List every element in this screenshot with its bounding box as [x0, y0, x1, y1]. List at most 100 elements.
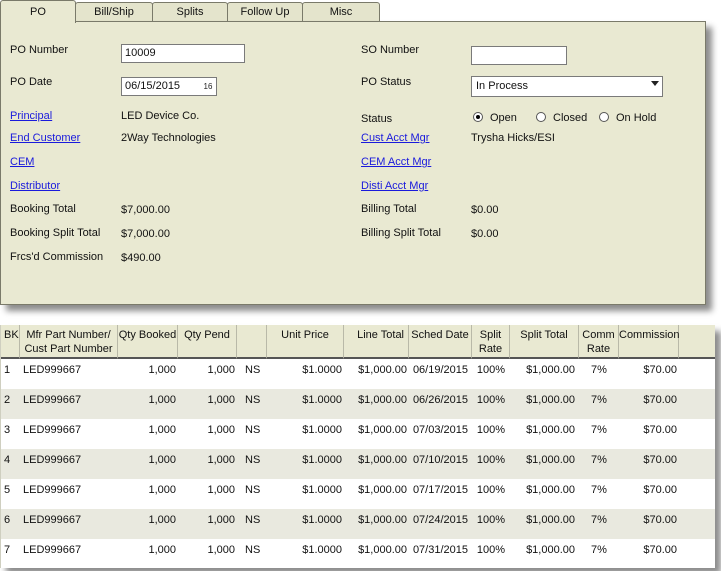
col-header-unit-price-text: Unit Price — [281, 329, 329, 341]
cell-qty-pend: 1,000 — [207, 394, 235, 406]
col-header-line-total[interactable]: Line Total — [344, 325, 409, 359]
cell-qty-booked: 1,000 — [148, 424, 176, 436]
booking-total-label: Booking Total — [10, 203, 76, 215]
cell-qty-booked: 1,000 — [148, 544, 176, 556]
billing-split-total-label: Billing Split Total — [361, 227, 441, 239]
cell-uom: NS — [245, 394, 261, 406]
col-header-split-rate-line1: Split — [479, 329, 502, 341]
distributor-link[interactable]: Distributor — [10, 180, 60, 192]
cell-qty-booked: 1,000 — [148, 364, 176, 376]
tab-follow-up[interactable]: Follow Up — [227, 2, 303, 21]
po-status-select[interactable]: In Process — [471, 76, 663, 97]
status-closed-label: Closed — [553, 112, 588, 124]
po-number-input[interactable]: 10009 — [121, 44, 245, 63]
tab-po[interactable]: PO — [0, 0, 76, 23]
cell-qty-pend: 1,000 — [207, 544, 235, 556]
cell-part: LED999667 — [23, 544, 82, 556]
cell-commission: $70.00 — [643, 424, 677, 436]
calendar-icon[interactable]: 16 — [202, 80, 214, 93]
so-number-label: SO Number — [361, 44, 420, 56]
po-date-value: 06/15/2015 — [125, 80, 181, 92]
col-header-split-rate[interactable]: Split Rate — [472, 325, 510, 359]
frcs-commission-label: Frcs'd Commission — [10, 251, 104, 263]
col-header-sched-date[interactable]: Sched Date — [409, 325, 472, 359]
cell-unit-price: $1.0000 — [302, 544, 342, 556]
table-row[interactable]: 1 LED999667 1,000 1,000 NS $1.0000 $1,000.00 06… — [1, 359, 715, 389]
status-on-hold-radio[interactable] — [599, 112, 609, 122]
cem-link[interactable]: CEM — [10, 156, 34, 168]
cell-sched-date: 06/19/2015 — [412, 364, 468, 376]
tab-bill-ship[interactable]: Bill/Ship — [75, 2, 153, 21]
cell-bk: 3 — [4, 424, 11, 436]
col-header-part-number[interactable]: Mfr Part Number/ Cust Part Number — [20, 325, 118, 359]
cell-uom: NS — [245, 364, 261, 376]
col-header-split-total[interactable]: Split Total — [510, 325, 579, 359]
cem-acct-mgr-link[interactable]: CEM Acct Mgr — [361, 156, 431, 168]
table-row[interactable]: 7 LED999667 1,000 1,000 NS $1.0000 $1,000.00 07… — [1, 539, 715, 568]
table-row[interactable]: 2 LED999667 1,000 1,000 NS $1.0000 $1,000.00 06… — [1, 389, 715, 419]
cell-split-rate: 100% — [476, 394, 506, 406]
status-closed-radio[interactable] — [536, 112, 546, 122]
col-header-qty-booked[interactable]: Qty Booked — [118, 325, 178, 359]
cell-comm-rate: 7% — [591, 514, 607, 526]
col-header-part-line2: Cust Part Number — [24, 343, 113, 355]
booking-split-total-value: $7,000.00 — [121, 228, 170, 240]
cell-line-total: $1,000.00 — [358, 484, 407, 496]
cell-uom: NS — [245, 424, 261, 436]
cell-commission: $70.00 — [643, 514, 677, 526]
col-header-unit-price[interactable]: Unit Price — [267, 325, 344, 359]
table-row[interactable]: 4 LED999667 1,000 1,000 NS $1.0000 $1,000.00 07… — [1, 449, 715, 479]
po-status-label: PO Status — [361, 76, 412, 88]
cust-acct-mgr-link[interactable]: Cust Acct Mgr — [361, 132, 429, 144]
principal-value: LED Device Co. — [121, 110, 200, 122]
disti-acct-mgr-link[interactable]: Disti Acct Mgr — [361, 180, 428, 192]
cell-part: LED999667 — [23, 424, 82, 436]
col-header-line-total-text: Line Total — [357, 329, 404, 341]
col-header-bk[interactable]: BK — [1, 325, 20, 359]
cell-split-total: $1,000.00 — [526, 364, 575, 376]
table-row[interactable]: 5 LED999667 1,000 1,000 NS $1.0000 $1,000.00 07… — [1, 479, 715, 509]
status-open-label: Open — [490, 112, 517, 124]
col-header-qty-pend[interactable]: Qty Pend — [178, 325, 237, 359]
table-row[interactable]: 6 LED999667 1,000 1,000 NS $1.0000 $1,000.00 07… — [1, 509, 715, 539]
po-number-value: 10009 — [125, 47, 156, 59]
col-header-comm-rate-line1: Comm — [582, 329, 615, 341]
cell-split-total: $1,000.00 — [526, 454, 575, 466]
col-header-comm-rate[interactable]: Comm Rate — [579, 325, 619, 359]
cell-uom: NS — [245, 544, 261, 556]
col-header-qty-booked-text: Qty Booked — [118, 329, 177, 341]
cell-unit-price: $1.0000 — [302, 484, 342, 496]
cell-uom: NS — [245, 454, 261, 466]
po-date-input[interactable]: 06/15/2015 16 — [121, 77, 217, 96]
cell-line-total: $1,000.00 — [358, 544, 407, 556]
status-open-radio[interactable] — [473, 112, 483, 122]
cell-comm-rate: 7% — [591, 454, 607, 466]
col-header-commission[interactable]: Commission — [619, 325, 680, 359]
cell-line-total: $1,000.00 — [358, 454, 407, 466]
cell-qty-booked: 1,000 — [148, 394, 176, 406]
tab-misc[interactable]: Misc — [302, 2, 380, 21]
table-row[interactable]: 3 LED999667 1,000 1,000 NS $1.0000 $1,000.00 07… — [1, 419, 715, 449]
col-header-bk-text: BK — [4, 329, 19, 341]
cell-qty-booked: 1,000 — [148, 454, 176, 466]
cell-split-rate: 100% — [476, 424, 506, 436]
so-number-input[interactable] — [471, 46, 567, 65]
col-header-uom[interactable] — [237, 325, 267, 359]
cell-uom: NS — [245, 514, 261, 526]
col-header-split-rate-line2: Rate — [478, 343, 503, 355]
po-date-label: PO Date — [10, 76, 53, 88]
cell-sched-date: 07/24/2015 — [412, 514, 468, 526]
end-customer-value: 2Way Technologies — [121, 132, 216, 144]
cell-comm-rate: 7% — [591, 484, 607, 496]
cell-part: LED999667 — [23, 364, 82, 376]
tab-strip: PO Bill/Ship Splits Follow Up Misc — [0, 0, 714, 23]
cell-sched-date: 07/10/2015 — [412, 454, 468, 466]
cell-comm-rate: 7% — [591, 544, 607, 556]
po-form-panel: PO Number 10009 PO Date 06/15/2015 16 Pr… — [0, 21, 706, 305]
principal-link[interactable]: Principal — [10, 110, 52, 122]
tab-splits[interactable]: Splits — [152, 2, 228, 21]
cell-unit-price: $1.0000 — [302, 454, 342, 466]
cell-bk: 2 — [4, 394, 11, 406]
cell-sched-date: 07/17/2015 — [412, 484, 468, 496]
end-customer-link[interactable]: End Customer — [10, 132, 80, 144]
